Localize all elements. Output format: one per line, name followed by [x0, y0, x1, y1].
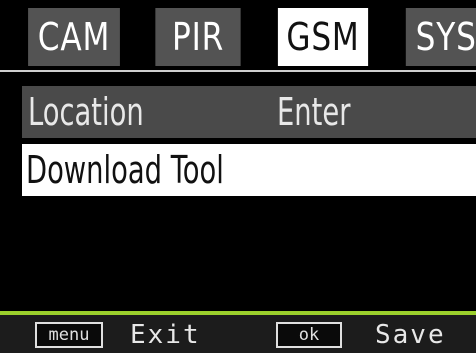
tab-cam[interactable]: CAM: [28, 8, 120, 66]
menu-item-label: Location: [28, 90, 144, 134]
menu-item-value: Enter: [277, 90, 351, 134]
tab-pir[interactable]: PIR: [155, 8, 241, 66]
tab-bar: CAM PIR GSM SYS: [0, 0, 476, 72]
save-hint: Save: [375, 320, 446, 350]
menu-key-button[interactable]: menu: [35, 322, 103, 348]
menu-item-location[interactable]: Location Enter: [22, 86, 476, 138]
ok-key-button[interactable]: ok: [276, 322, 342, 348]
menu-item-download-tool[interactable]: Download Tool: [22, 144, 476, 196]
exit-hint: Exit: [130, 320, 201, 350]
menu-item-label: Download Tool: [26, 148, 224, 192]
footer-accent-line: [0, 311, 476, 315]
tab-sys[interactable]: SYS: [405, 8, 476, 66]
tab-gsm[interactable]: GSM: [277, 8, 369, 66]
tab-divider: [0, 70, 476, 72]
camera-menu-screen: CAM PIR GSM SYS Location Enter Download …: [0, 0, 476, 353]
